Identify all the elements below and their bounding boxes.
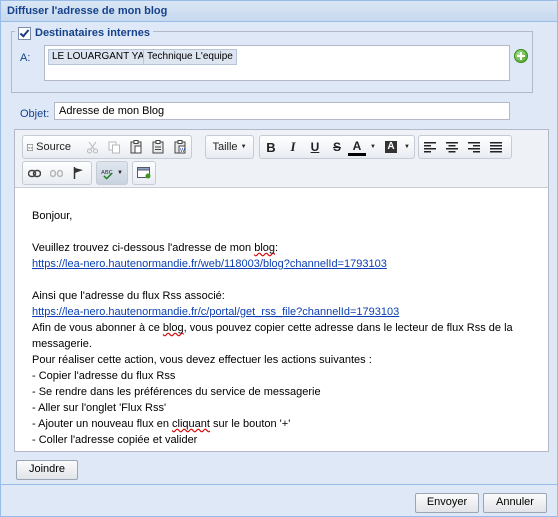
- subscribe-line: Afin de vous abonner à ce blog, vous pou…: [32, 322, 513, 334]
- strikethrough-button[interactable]: S: [326, 137, 348, 157]
- subject-input[interactable]: Adresse de mon Blog: [54, 102, 510, 120]
- step-line: - Aller sur l'onglet 'Flux Rss': [32, 402, 167, 414]
- paste-word-button[interactable]: W: [169, 137, 191, 157]
- justify-button[interactable]: [485, 137, 507, 157]
- toolbar-group-size: Taille ▼: [205, 135, 254, 159]
- cancel-button[interactable]: Annuler: [483, 493, 547, 513]
- step-line: - Se rendre dans les préférences du serv…: [32, 386, 321, 398]
- cut-button[interactable]: [81, 137, 103, 157]
- align-center-icon: [446, 141, 458, 152]
- dropdown-arrow-icon: ▼: [240, 144, 247, 150]
- step-line: - Coller l'adresse copiée et valider: [32, 434, 198, 446]
- font-size-select[interactable]: Taille ▼: [206, 137, 253, 157]
- recipients-checkbox[interactable]: [18, 26, 31, 40]
- align-left-icon: [424, 141, 436, 152]
- footer-divider: [1, 484, 557, 485]
- send-button[interactable]: Envoyer: [415, 493, 479, 513]
- flag-icon: [73, 167, 83, 179]
- subject-label: Objet:: [20, 108, 50, 120]
- rich-text-editor: <> Source W Taille ▼ B I U S A ▼ A ▼ ABC…: [14, 129, 549, 452]
- rss-link[interactable]: https://lea-nero.hautenormandie.fr/c/por…: [32, 306, 399, 318]
- dialog-window: Diffuser l'adresse de mon blog Destinata…: [0, 0, 558, 517]
- step-line: - Ajouter un nouveau flux en cliquant su…: [32, 418, 291, 430]
- background-color-button[interactable]: A: [382, 137, 400, 157]
- scissors-icon: [86, 141, 98, 153]
- subscribe-line-2: messagerie.: [32, 338, 92, 350]
- greeting-line: Bonjour,: [32, 210, 73, 222]
- blog-link[interactable]: https://lea-nero.hautenormandie.fr/web/1…: [32, 258, 387, 270]
- attach-button[interactable]: Joindre: [16, 460, 78, 480]
- steps-intro-line: Pour réaliser cette action, vous devez e…: [32, 354, 372, 366]
- paste-text-icon: [152, 140, 163, 154]
- paste-word-icon: W: [174, 140, 185, 154]
- recipients-field[interactable]: LE LOUARGANT YANN Technique L'equipe: [44, 45, 510, 81]
- toolbar-group-format: B I U S A ▼ A ▼: [259, 135, 415, 159]
- copy-icon: [108, 141, 120, 153]
- window-titlebar[interactable]: Diffuser l'adresse de mon blog: [1, 1, 557, 22]
- svg-text:<>: <>: [28, 145, 33, 149]
- recipients-legend[interactable]: Destinataires internes: [15, 26, 153, 40]
- clipboard-icon: [130, 140, 141, 154]
- text-color-button[interactable]: A: [348, 139, 366, 156]
- align-center-button[interactable]: [441, 137, 463, 157]
- to-label: A:: [20, 52, 31, 64]
- underline-button[interactable]: U: [304, 137, 326, 157]
- step-line: - Copier l'adresse du flux Rss: [32, 370, 176, 382]
- source-label: Source: [36, 141, 71, 153]
- spellcheck-button[interactable]: ABC ▼: [97, 163, 127, 183]
- italic-button[interactable]: I: [282, 137, 304, 157]
- text-color-arrow-icon[interactable]: ▼: [366, 137, 382, 157]
- toolbar-group-document: <> Source W: [22, 135, 192, 159]
- paste-button[interactable]: [125, 137, 147, 157]
- source-button[interactable]: <> Source: [23, 137, 75, 157]
- template-icon: [137, 167, 151, 179]
- link-icon: [27, 169, 41, 177]
- editor-toolbar: <> Source W Taille ▼ B I U S A ▼ A ▼ ABC…: [15, 130, 548, 188]
- toolbar-group-links: [22, 161, 92, 185]
- recipient-chip[interactable]: Technique L'equipe: [143, 49, 237, 65]
- recipients-legend-label: Destinataires internes: [35, 27, 150, 39]
- background-color-arrow-icon[interactable]: ▼: [400, 137, 416, 157]
- toolbar-group-spellcheck: ABC ▼: [96, 161, 128, 185]
- intro-line: Veuillez trouvez ci-dessous l'adresse de…: [32, 242, 279, 254]
- editor-content[interactable]: Bonjour, Veuillez trouvez ci-dessous l'a…: [32, 208, 532, 450]
- justify-icon: [490, 141, 502, 152]
- unlink-icon: [49, 169, 63, 177]
- unlink-button[interactable]: [45, 163, 67, 183]
- add-recipient-icon[interactable]: [514, 49, 528, 63]
- anchor-button[interactable]: [67, 163, 89, 183]
- copy-button[interactable]: [103, 137, 125, 157]
- spellcheck-arrow-icon: ▼: [117, 170, 123, 176]
- insert-template-button[interactable]: [133, 163, 155, 183]
- align-right-button[interactable]: [463, 137, 485, 157]
- background-color-icon: A: [385, 141, 397, 153]
- insert-link-button[interactable]: [23, 163, 45, 183]
- window-title: Diffuser l'adresse de mon blog: [7, 5, 168, 17]
- toolbar-group-insert: [132, 161, 156, 185]
- source-icon: <>: [27, 143, 34, 151]
- toolbar-group-align: [418, 135, 512, 159]
- paste-text-button[interactable]: [147, 137, 169, 157]
- align-left-button[interactable]: [419, 137, 441, 157]
- svg-text:W: W: [180, 148, 185, 154]
- spellcheck-icon: ABC: [101, 169, 113, 180]
- font-size-label: Taille: [212, 141, 238, 153]
- rss-intro-line: Ainsi que l'adresse du flux Rss associé:: [32, 290, 225, 302]
- align-right-icon: [468, 141, 480, 152]
- bold-button[interactable]: B: [260, 137, 282, 157]
